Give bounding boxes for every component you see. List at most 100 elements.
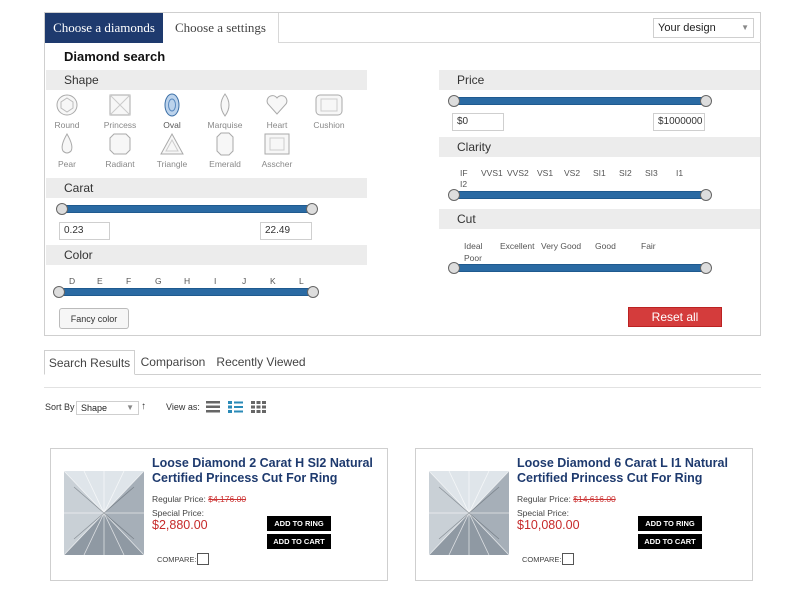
add-to-ring-button[interactable]: ADD TO RING [638, 516, 702, 531]
princess-shape-icon [109, 94, 131, 116]
clarity-grade-vs1: VS1 [537, 168, 554, 178]
shape-label: Pear [58, 159, 76, 169]
color-grade-j: J [242, 276, 247, 286]
shape-label: Round [54, 120, 80, 130]
clarity-grade-si2: SI2 [619, 168, 632, 178]
clarity-grade-vvs2: VVS2 [507, 168, 529, 178]
carat-max-handle[interactable] [306, 203, 318, 215]
shape-label: Radiant [105, 159, 135, 169]
color-max-handle[interactable] [307, 286, 319, 298]
design-select[interactable]: Your design ▼ [653, 18, 754, 38]
pear-shape-icon [61, 133, 73, 154]
cut-grade-very-good: Very Good [541, 241, 582, 251]
shape-heart[interactable]: Heart [255, 93, 299, 130]
color-slider-track[interactable] [59, 288, 314, 296]
tab-search-results[interactable]: Search Results [44, 350, 135, 375]
special-price-label: Special Price: [152, 508, 204, 518]
clarity-grade-i2: I2 [460, 179, 468, 189]
shape-marquise[interactable]: Marquise [203, 93, 247, 130]
cut-max-handle[interactable] [700, 262, 712, 274]
shape-label: Oval [163, 120, 181, 130]
tab-choose-diamonds[interactable]: Choose a diamonds [45, 13, 163, 43]
reset-all-button[interactable]: Reset all [628, 307, 722, 327]
design-select-value: Your design [658, 22, 716, 34]
clarity-grade-si3: SI3 [645, 168, 658, 178]
compare-label: COMPARE: [522, 555, 562, 564]
shape-cushion[interactable]: Cushion [307, 93, 351, 130]
carat-min-input[interactable]: 0.23 [59, 222, 110, 240]
shape-label: Heart [266, 120, 288, 130]
results-divider [44, 387, 761, 388]
tab-comparison[interactable]: Comparison [137, 350, 209, 375]
shape-asscher[interactable]: Asscher [255, 132, 299, 169]
special-price-value: $2,880.00 [152, 518, 208, 532]
sort-direction-icon[interactable]: ↑ [141, 401, 146, 412]
color-min-handle[interactable] [53, 286, 65, 298]
regular-price-value: $14,616.00 [573, 494, 616, 504]
cut-grade-ideal: Ideal [464, 241, 483, 251]
emerald-shape-icon [216, 132, 234, 156]
price-max-handle[interactable] [700, 95, 712, 107]
fancy-color-button[interactable]: Fancy color [59, 308, 129, 329]
product-card[interactable]: Loose Diamond 2 Carat H SI2 Natural Cert… [50, 448, 388, 581]
compare-checkbox[interactable] [562, 553, 574, 565]
shape-header: Shape [46, 70, 367, 90]
cut-min-handle[interactable] [448, 262, 460, 274]
shape-pear[interactable]: Pear [45, 132, 89, 169]
princess-diamond-image[interactable] [60, 467, 148, 564]
price-min-handle[interactable] [448, 95, 460, 107]
round-shape-icon [56, 94, 78, 116]
price-header: Price [439, 70, 760, 90]
cut-grade-excellent: Excellent [500, 241, 535, 251]
shape-round[interactable]: Round [45, 93, 89, 130]
add-to-cart-button[interactable]: ADD TO CART [267, 534, 331, 549]
price-slider-track[interactable] [453, 97, 707, 105]
price-min-input[interactable]: $0 [452, 113, 504, 131]
add-to-ring-button[interactable]: ADD TO RING [267, 516, 331, 531]
clarity-slider-track[interactable] [453, 191, 707, 199]
compare-checkbox[interactable] [197, 553, 209, 565]
color-grade-g: G [155, 276, 162, 286]
triangle-shape-icon [160, 132, 184, 155]
cushion-shape-icon [315, 94, 343, 116]
special-price-label: Special Price: [517, 508, 569, 518]
carat-slider-track[interactable] [61, 205, 313, 213]
sort-by-label: Sort By [45, 402, 75, 412]
tab-choose-settings[interactable]: Choose a settings [163, 13, 279, 43]
cut-grade-poor: Poor [464, 253, 482, 263]
clarity-min-handle[interactable] [448, 189, 460, 201]
cut-slider-track[interactable] [453, 264, 707, 272]
view-as-label: View as: [166, 402, 200, 412]
top-tab-bar: Choose a diamonds Choose a settings Your… [45, 13, 761, 43]
shape-label: Emerald [209, 159, 241, 169]
carat-max-input[interactable]: 22.49 [260, 222, 312, 240]
detailed-list-view-icon[interactable] [228, 400, 243, 418]
product-title[interactable]: Loose Diamond 6 Carat L I1 Natural Certi… [517, 456, 747, 486]
tab-recently-viewed[interactable]: Recently Viewed [214, 350, 308, 375]
price-max-input[interactable]: $1000000 [653, 113, 705, 131]
shape-emerald[interactable]: Emerald [203, 132, 247, 169]
grid-view-icon[interactable] [251, 400, 266, 418]
princess-diamond-image[interactable] [425, 467, 513, 564]
clarity-max-handle[interactable] [700, 189, 712, 201]
product-card[interactable]: Loose Diamond 6 Carat L I1 Natural Certi… [415, 448, 753, 581]
radiant-shape-icon [109, 133, 131, 155]
shape-radiant[interactable]: Radiant [98, 132, 142, 169]
carat-min-handle[interactable] [56, 203, 68, 215]
shape-label: Marquise [207, 120, 243, 130]
sort-select-value: Shape [81, 403, 108, 413]
clarity-grade-i1: I1 [676, 168, 684, 178]
shape-triangle[interactable]: Triangle [150, 132, 194, 169]
product-title[interactable]: Loose Diamond 2 Carat H SI2 Natural Cert… [152, 456, 382, 486]
list-view-icon[interactable] [206, 400, 220, 418]
regular-price-row: Regular Price: $4,176.00 [152, 494, 246, 504]
regular-price-value: $4,176.00 [208, 494, 247, 504]
shape-label: Asscher [261, 159, 293, 169]
shape-oval[interactable]: Oval [150, 93, 194, 130]
regular-price-label: Regular Price: [517, 494, 571, 504]
sort-select[interactable]: Shape ▼ [76, 401, 139, 415]
color-header: Color [46, 245, 367, 265]
shape-princess[interactable]: Princess [98, 93, 142, 130]
add-to-cart-button[interactable]: ADD TO CART [638, 534, 702, 549]
clarity-grade-si1: SI1 [593, 168, 606, 178]
